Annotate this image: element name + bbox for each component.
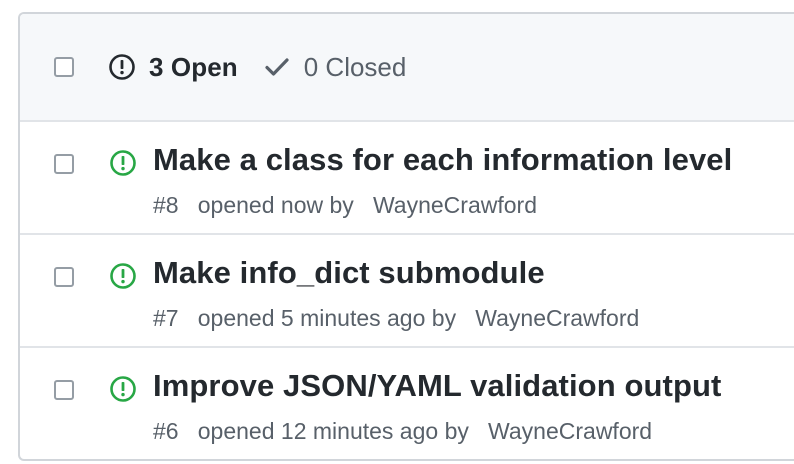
issue-opened-icon xyxy=(109,149,137,177)
issue-opened-text: opened 12 minutes ago by xyxy=(197,418,469,444)
issue-opened-text: opened 5 minutes ago by xyxy=(197,305,457,331)
issue-author-link[interactable]: WayneCrawford xyxy=(373,192,537,218)
issue-row: Make a class for each information level … xyxy=(20,122,794,235)
issue-meta: #7 opened 5 minutes ago by WayneCrawford xyxy=(153,305,639,332)
issue-opened-icon xyxy=(108,53,136,81)
issue-author-link[interactable]: WayneCrawford xyxy=(488,418,652,444)
closed-issues-filter[interactable]: 0 Closed xyxy=(264,51,407,83)
issue-opened-text: opened now by xyxy=(197,192,354,218)
issue-number: #8 xyxy=(153,192,179,218)
issue-title-link[interactable]: Improve JSON/YAML validation output xyxy=(153,368,721,404)
issue-number: #6 xyxy=(153,418,179,444)
issue-meta: #8 opened now by WayneCrawford xyxy=(153,192,537,219)
open-count-label: 3 Open xyxy=(149,51,238,82)
issue-title-link[interactable]: Make a class for each information level xyxy=(153,142,732,178)
issue-number: #7 xyxy=(153,305,179,331)
issue-checkbox[interactable] xyxy=(54,154,74,174)
issue-meta: #6 opened 12 minutes ago by WayneCrawfor… xyxy=(153,418,652,445)
issues-list-header: 3 Open 0 Closed xyxy=(20,14,794,122)
select-all-checkbox[interactable] xyxy=(54,57,74,77)
issue-title-link[interactable]: Make info_dict submodule xyxy=(153,255,545,291)
issue-checkbox[interactable] xyxy=(54,267,74,287)
issue-row: Improve JSON/YAML validation output #6 o… xyxy=(20,348,794,459)
issue-row: Make info_dict submodule #7 opened 5 min… xyxy=(20,235,794,348)
issue-opened-icon xyxy=(109,262,137,290)
issue-opened-icon xyxy=(109,375,137,403)
issues-list: 3 Open 0 Closed Make a class for each in… xyxy=(18,12,794,461)
closed-count-label: 0 Closed xyxy=(303,51,407,82)
issue-checkbox[interactable] xyxy=(54,380,74,400)
issue-author-link[interactable]: WayneCrawford xyxy=(475,305,639,331)
check-icon xyxy=(264,56,290,78)
open-issues-filter[interactable]: 3 Open xyxy=(108,52,238,83)
